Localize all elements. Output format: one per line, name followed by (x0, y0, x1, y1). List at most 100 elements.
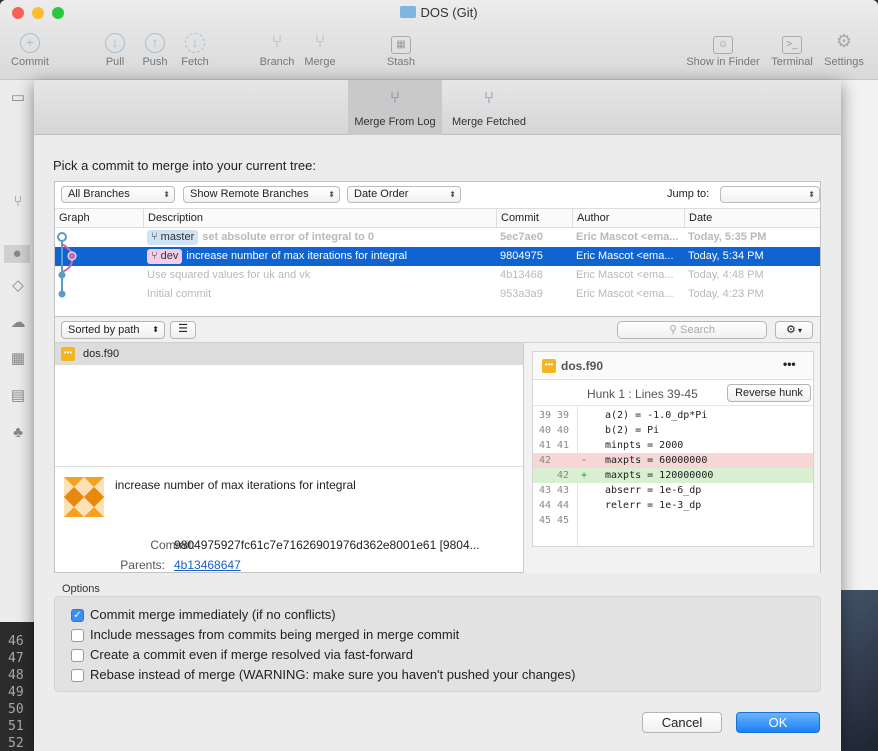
tag-icon[interactable]: ◇ (8, 276, 28, 294)
tab-merge-fetched[interactable]: ⑂ Merge Fetched (442, 80, 536, 135)
diff-pane: ••• dos.f90 ••• Hunk 1 : Lines 39-45 Rev… (524, 343, 820, 573)
diff-line: 40 40 b(2) = Pi (538, 425, 660, 436)
commit-message: increase number of max iterations for in… (115, 478, 356, 492)
file-options-button[interactable]: ⚙ ▾ (775, 321, 813, 339)
col-description[interactable]: Description (143, 209, 496, 227)
monitor-icon[interactable]: ▭ (8, 88, 28, 106)
branch-icon: ⑂ (271, 31, 283, 51)
search-input[interactable]: ⚲ Search (617, 321, 767, 339)
diff-line: 39 39 a(2) = -1.0_dp*Pi (538, 410, 708, 421)
branches-filter-select[interactable]: All Branches ⬍ (61, 186, 175, 203)
commit-row-selected[interactable]: ⑂ dev increase number of max iterations f… (55, 247, 820, 266)
stash-icon[interactable]: ▦ (8, 349, 28, 367)
diff-line-removed: 42- maxpts = 60000000 (533, 453, 813, 468)
commit-node (58, 290, 66, 298)
editor-gutter: 46 47 48 49 50 51 52 (0, 622, 34, 751)
more-options-button[interactable]: ••• (783, 357, 796, 371)
finder-icon: ☺ (713, 36, 733, 54)
list-icon: ☰ (178, 323, 188, 335)
window-title: DOS (Git) (0, 5, 878, 20)
folder-icon (400, 6, 417, 18)
hunk-header: Hunk 1 : Lines 39-45 Reverse hunk (533, 380, 813, 406)
merge-icon: ⑂ (483, 88, 495, 107)
stash-icon: ▦ (391, 36, 411, 54)
sidebar-item-selected[interactable]: ● (4, 245, 30, 263)
commit-row[interactable]: Initial commit 953a3a9 Eric Mascot <ema.… (55, 285, 820, 304)
col-author[interactable]: Author (572, 209, 684, 227)
branch-badge: ⑂ dev (147, 249, 183, 264)
commit-info: increase number of max iterations for in… (55, 466, 523, 573)
list-view-button[interactable]: ☰ (170, 321, 196, 339)
show-in-finder-button[interactable]: ☺ Show in Finder (680, 30, 766, 68)
commit-graph (57, 232, 77, 298)
diff-box: ••• dos.f90 ••• Hunk 1 : Lines 39-45 Rev… (532, 351, 814, 547)
search-icon: ⚲ (669, 324, 681, 336)
order-select[interactable]: Date Order ⬍ (347, 186, 461, 203)
diff-line: 44 44 relerr = 1e-3_dp (538, 500, 702, 511)
merge-icon: ⑂ (389, 88, 401, 107)
parent-commit-link[interactable]: 4b13468647 (174, 558, 241, 572)
ok-button[interactable]: OK (736, 712, 820, 733)
push-button[interactable]: ↑ Push (135, 30, 175, 68)
diff-file-header: ••• dos.f90 ••• (533, 352, 813, 380)
gear-icon: ⚙ (835, 31, 853, 51)
updown-icon: ⬍ (449, 190, 456, 199)
branch-icon[interactable]: ⑂ (8, 193, 28, 211)
col-date[interactable]: Date (684, 209, 820, 227)
options-group: ✓ Commit merge immediately (if no conflic… (54, 596, 821, 692)
pull-button[interactable]: ↓ Pull (95, 30, 135, 68)
col-graph[interactable]: Graph (55, 209, 143, 227)
sort-select[interactable]: Sorted by path ⬍ (61, 321, 165, 339)
checkbox[interactable] (71, 669, 84, 682)
reverse-hunk-button[interactable]: Reverse hunk (727, 384, 811, 402)
options-label: Options (62, 583, 100, 595)
file-list-item[interactable]: ••• dos.f90 (55, 343, 523, 365)
jump-to-select[interactable]: ⬍ (720, 186, 820, 203)
author-avatar (64, 477, 104, 517)
line-number: 50 (8, 702, 24, 717)
cloud-icon[interactable]: ☁ (8, 313, 28, 331)
sidebar: ▭ ⑂ ● ◇ ☁ ▦ ▤ ♣ (0, 80, 34, 622)
arrow-up-icon: ↑ (145, 33, 165, 53)
terminal-button[interactable]: >_ Terminal (766, 30, 818, 68)
col-commit[interactable]: Commit (496, 209, 572, 227)
branch-badge: ⑂ master (147, 230, 199, 245)
parents-label: Parents: (120, 558, 165, 572)
commit-row[interactable]: ⑂ master set absolute error of integral t… (55, 228, 820, 247)
arrow-down-icon: ↓ (105, 33, 125, 53)
cancel-button[interactable]: Cancel (642, 712, 722, 733)
commit-button[interactable]: + Commit (5, 30, 55, 68)
commit-row[interactable]: Use squared values for uk and vk 4b13468… (55, 266, 820, 285)
diff-line-added: 42 + maxpts = 120000000 (533, 468, 813, 483)
branch-button[interactable]: ⑂ Branch (255, 30, 299, 68)
stash-button[interactable]: ▦ Stash (381, 30, 421, 68)
checkbox-checked[interactable]: ✓ (71, 609, 84, 622)
commit-details-pane: Sorted by path ⬍ ☰ ⚲ Search ⚙ ▾ ••• dos.f… (54, 317, 821, 573)
commit-node (67, 251, 77, 261)
merge-sheet: ⑂ Merge From Log ⑂ Merge Fetched Pick a co… (34, 80, 841, 751)
line-number: 51 (8, 719, 24, 734)
settings-button[interactable]: ⚙ Settings (818, 30, 870, 68)
commit-hash: 9804975927fc61c7e71626901976d362e8001e61… (174, 538, 480, 552)
remote-branches-select[interactable]: Show Remote Branches ⬍ (183, 186, 340, 203)
tree-icon[interactable]: ♣ (8, 424, 28, 442)
commit-table-header: Graph Description Commit Author Date (55, 208, 820, 228)
branch-icon: ⑂ (151, 231, 161, 243)
fetch-icon: ↓ (185, 33, 205, 53)
checkbox[interactable] (71, 649, 84, 662)
folder-icon[interactable]: ▤ (8, 386, 28, 404)
updown-icon: ⬍ (163, 190, 170, 199)
jump-to-label: Jump to: (667, 188, 710, 200)
merge-tab-bar: ⑂ Merge From Log ⑂ Merge Fetched (34, 80, 841, 135)
updown-icon: ⬍ (152, 325, 159, 334)
fetch-button[interactable]: ↓ Fetch (175, 30, 215, 68)
tab-merge-from-log[interactable]: ⑂ Merge From Log (348, 80, 442, 135)
modified-file-icon: ••• (61, 347, 75, 361)
merge-prompt: Pick a commit to merge into your current… (53, 158, 316, 173)
line-number: 52 (8, 736, 24, 751)
merge-button[interactable]: ⑂ Merge (300, 30, 340, 68)
checkbox[interactable] (71, 629, 84, 642)
line-number: 46 (8, 634, 24, 649)
branch-icon: ⑂ (151, 250, 161, 262)
main-window-right-edge (841, 80, 878, 622)
